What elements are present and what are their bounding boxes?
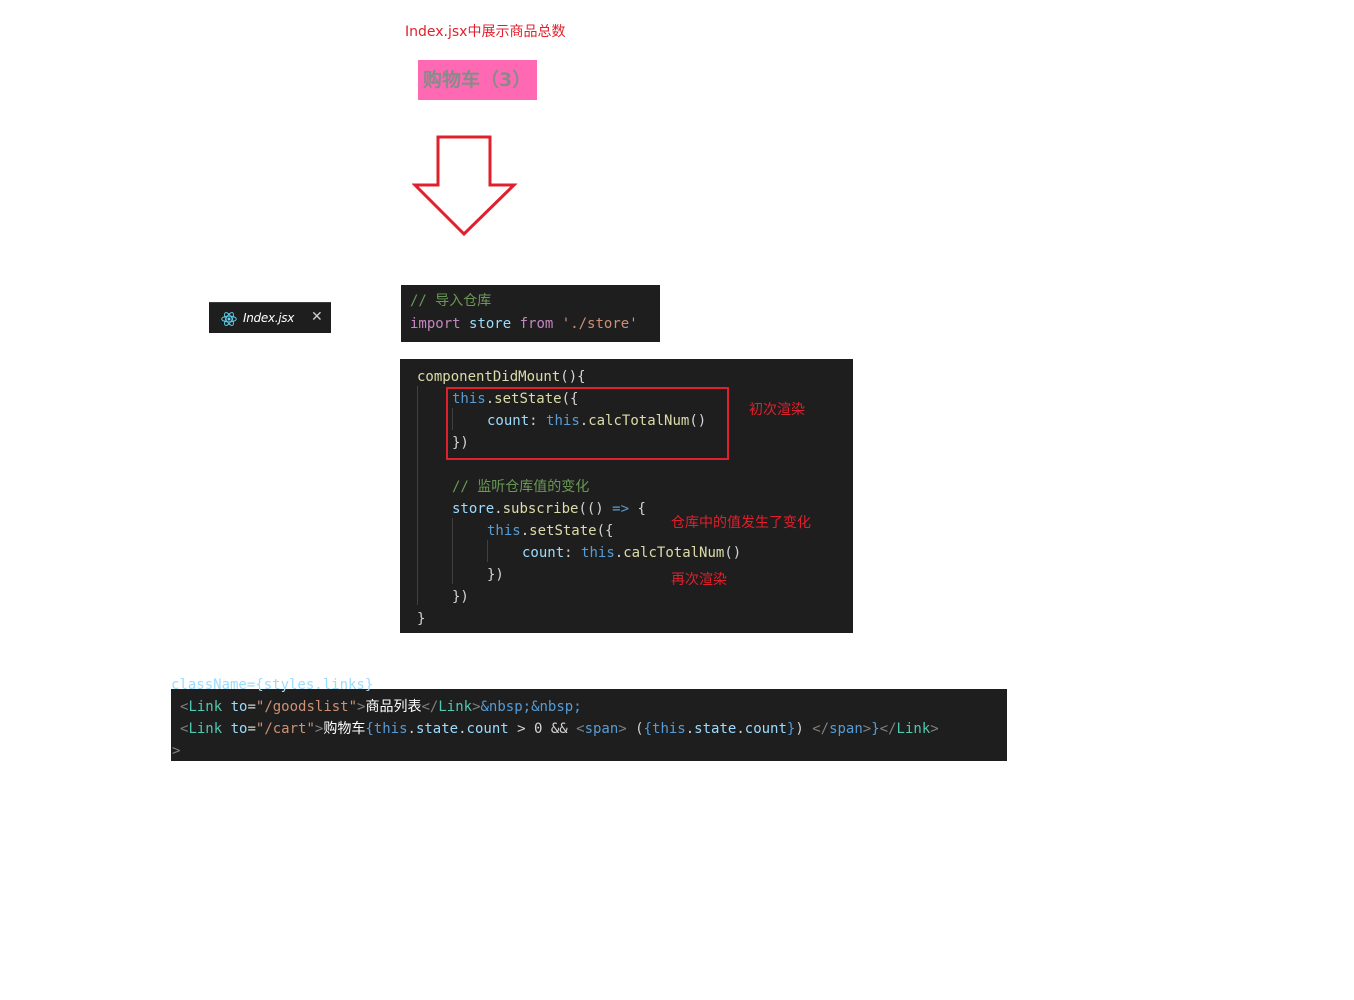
page-heading: Index.jsx中展示商品总数 (405, 24, 566, 40)
cart-badge: 购物车（3） (418, 60, 537, 100)
indent-guide (487, 540, 488, 562)
annotation-initial-render: 初次渲染 (749, 402, 805, 418)
code-line: // 监听仓库值的变化 (452, 476, 589, 498)
code-line: count: this.calcTotalNum() (522, 542, 741, 564)
code-line: > (172, 740, 180, 762)
punctuation: </ (879, 721, 897, 737)
punctuation: = (247, 699, 256, 715)
identifier: state (694, 721, 737, 737)
punctuation: ( (626, 721, 644, 737)
code-line: }) (452, 586, 469, 608)
punctuation: > (930, 721, 939, 737)
punctuation: { (629, 501, 646, 517)
punctuation: () (724, 545, 742, 561)
punctuation: > (862, 721, 872, 737)
code-line: this.setState({ (487, 520, 613, 542)
method-name: componentDidMount (417, 369, 561, 385)
this-keyword: this (581, 545, 615, 561)
punctuation: > (472, 699, 481, 715)
punctuation: : (564, 545, 573, 561)
tab-file-name: Index.jsx (243, 311, 295, 325)
punctuation: (){ (560, 369, 586, 385)
punctuation: . (614, 545, 624, 561)
punctuation: { (643, 721, 653, 737)
punctuation: . (494, 501, 503, 517)
identifier: store (469, 316, 512, 332)
punctuation: }) (452, 589, 469, 605)
punctuation: (() (578, 501, 613, 517)
punctuation: }) (487, 567, 504, 583)
highlight-box (446, 387, 729, 460)
method-name: subscribe (502, 501, 579, 517)
jsx-text: 商品列表 (365, 699, 422, 715)
react-icon (221, 312, 237, 326)
punctuation: { (365, 721, 374, 737)
code-line: // 导入仓库 (410, 290, 491, 312)
punctuation: } (871, 721, 880, 737)
punctuation: </ (812, 721, 830, 737)
tag-name: Link (188, 721, 223, 737)
code-comment: // 导入仓库 (410, 293, 492, 309)
property-key: count (522, 545, 565, 561)
this-keyword: this (652, 721, 686, 737)
identifier: count (466, 721, 509, 737)
this-keyword: this (487, 523, 521, 539)
tag-name: span (829, 721, 863, 737)
method-name: setState (529, 523, 597, 539)
punctuation: . (736, 721, 745, 737)
this-keyword: this (373, 721, 408, 737)
entity: &nbsp;&nbsp; (480, 699, 582, 715)
code-line-cut: className={styles.links} (171, 674, 373, 696)
punctuation: } (417, 611, 426, 627)
punctuation: = (247, 721, 256, 737)
tag-name: Link (188, 699, 223, 715)
tag-name: Link (896, 721, 931, 737)
code-line: store.subscribe(() => { (452, 498, 646, 520)
import-code-panel: // 导入仓库 import store from './store' (401, 285, 660, 342)
attribute: to (230, 721, 248, 737)
punctuation: ({ (596, 523, 614, 539)
punctuation: < (576, 721, 585, 737)
identifier: count (744, 721, 787, 737)
indent-guide (417, 386, 418, 605)
identifier: state (415, 721, 459, 737)
punctuation: . (685, 721, 695, 737)
code-line: <Link to="/goodslist">商品列表</Link>&nbsp;&… (180, 696, 582, 718)
code-line: componentDidMount(){ (417, 366, 586, 388)
string-literal: "/goodslist" (255, 699, 358, 715)
annotation-store-changed: 仓库中的值发生了变化 (671, 515, 811, 531)
indent-guide (452, 518, 453, 584)
string-literal: './store' (561, 316, 638, 332)
punctuation: . (520, 523, 530, 539)
down-arrow-icon (412, 135, 518, 237)
method-name: calcTotalNum (623, 545, 725, 561)
tag-name: Link (438, 699, 473, 715)
punctuation: ) (795, 721, 813, 737)
keyword: import (410, 316, 461, 332)
cut-off-code: className={styles.links} (171, 677, 374, 693)
jsx-text: 购物车 (323, 721, 366, 737)
jsx-code-panel: className={styles.links} <Link to="/good… (171, 677, 1007, 762)
punctuation: > (172, 743, 181, 759)
code-line: } (417, 608, 425, 630)
keyword: from (519, 316, 554, 332)
code-comment: // 监听仓库值的变化 (452, 479, 590, 495)
tag-name: span (584, 721, 619, 737)
string-literal: "/cart" (255, 721, 315, 737)
operator: > 0 && (508, 721, 577, 737)
punctuation: > (618, 721, 627, 737)
punctuation: . (458, 721, 467, 737)
attribute: to (230, 699, 248, 715)
punctuation: . (407, 721, 416, 737)
code-line: import store from './store' (410, 313, 638, 335)
annotation-rerender: 再次渲染 (671, 572, 727, 588)
punctuation: </ (421, 699, 439, 715)
code-line: <Link to="/cart">购物车{this.state.count > … (180, 718, 939, 740)
code-line: }) (487, 564, 504, 586)
close-icon[interactable]: ✕ (311, 309, 323, 325)
arrow-operator: => (612, 501, 630, 517)
editor-tab[interactable]: Index.jsx ✕ (209, 302, 331, 333)
identifier: store (452, 501, 495, 517)
